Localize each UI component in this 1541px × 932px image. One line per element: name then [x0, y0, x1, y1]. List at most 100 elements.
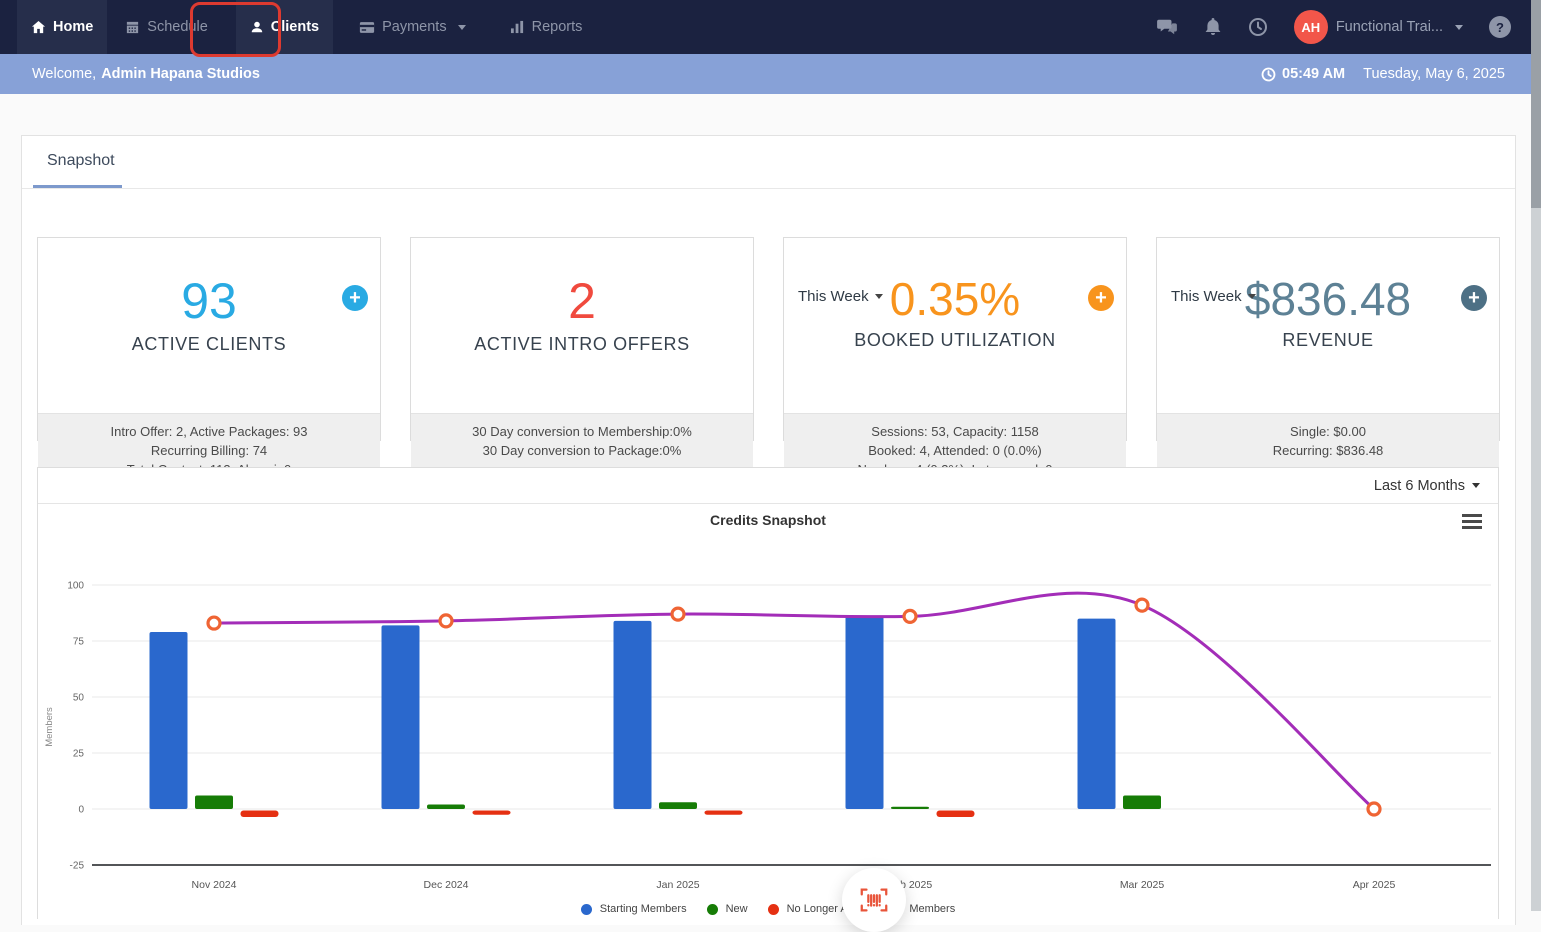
- welcome-bar: Welcome, Admin Hapana Studios 05:49 AM T…: [0, 54, 1541, 94]
- add-client-button[interactable]: +: [342, 285, 368, 311]
- chevron-down-icon: [1455, 25, 1463, 30]
- chevron-down-icon: [458, 25, 466, 30]
- stat-card-top: This Week + $836.48 REVENUE: [1157, 276, 1499, 413]
- person-icon: [250, 20, 264, 34]
- stat-label: BOOKED UTILIZATION: [784, 330, 1126, 351]
- range-selector-dropdown[interactable]: Last 6 Months: [1374, 478, 1480, 494]
- svg-text:Dec 2024: Dec 2024: [424, 879, 469, 891]
- period-dropdown[interactable]: This Week: [798, 288, 883, 305]
- stat-label: ACTIVE INTRO OFFERS: [411, 334, 753, 355]
- range-selector-label: Last 6 Months: [1374, 478, 1465, 494]
- tab-bar: Snapshot: [22, 136, 1515, 189]
- credit-card-icon: [359, 21, 375, 34]
- legend-label: Members: [909, 903, 955, 915]
- admin-name: Admin Hapana Studios: [101, 66, 260, 82]
- legend-label: Starting Members: [600, 903, 687, 915]
- scrollbar-thumb[interactable]: [1531, 0, 1541, 208]
- barcode-scan-icon: [858, 886, 890, 914]
- stat-card-intro-offers: 2 ACTIVE INTRO OFFERS 30 Day conversion …: [410, 237, 754, 441]
- svg-text:Apr 2025: Apr 2025: [1353, 879, 1396, 891]
- help-button[interactable]: ?: [1489, 16, 1511, 38]
- chevron-down-icon: [1472, 483, 1480, 488]
- notifications-button[interactable]: [1204, 17, 1222, 37]
- stat-card-active-clients: + 93 ACTIVE CLIENTS Intro Offer: 2, Acti…: [37, 237, 381, 441]
- welcome-right: 05:49 AM Tuesday, May 6, 2025: [1261, 66, 1505, 82]
- nav-item-home[interactable]: Home: [17, 0, 107, 54]
- nav-item-reports[interactable]: Reports: [496, 0, 597, 54]
- svg-text:25: 25: [73, 749, 85, 760]
- chart-header: Last 6 Months: [38, 468, 1498, 504]
- stat-card-revenue: This Week + $836.48 REVENUE Single: $0.0…: [1156, 237, 1500, 441]
- stat-footer-line: Single: $0.00: [1157, 422, 1499, 441]
- svg-text:0: 0: [78, 805, 84, 816]
- credits-chart: 1007550250-25MembersNov 2024Dec 2024Jan …: [38, 541, 1498, 897]
- svg-text:50: 50: [73, 693, 85, 704]
- nav-left: Home Schedule Clients Payments Reports: [17, 0, 596, 54]
- profile-name: Functional Trai...: [1336, 19, 1443, 35]
- stat-card-booked-utilization: This Week + 0.35% BOOKED UTILIZATION Ses…: [783, 237, 1127, 441]
- period-label: This Week: [1171, 288, 1242, 305]
- nav-item-label: Reports: [532, 19, 583, 35]
- bar-chart-icon: [510, 20, 525, 34]
- nav-item-clients[interactable]: Clients: [236, 0, 333, 54]
- chart-legend: Starting Members New No Longer Active Me…: [38, 903, 1498, 915]
- profile-menu[interactable]: AH Functional Trai...: [1294, 10, 1463, 44]
- svg-text:Nov 2024: Nov 2024: [192, 879, 237, 891]
- time-text: 05:49 AM: [1282, 66, 1345, 82]
- chart-menu-button[interactable]: [1462, 514, 1482, 532]
- legend-dot: [707, 904, 718, 915]
- nav-item-payments[interactable]: Payments: [345, 0, 479, 54]
- nav-item-label: Payments: [382, 19, 446, 35]
- stat-footer-line: Sessions: 53, Capacity: 1158: [784, 422, 1126, 441]
- loading-indicator: [842, 868, 906, 932]
- legend-dot: [581, 904, 592, 915]
- stat-card-top: + 93 ACTIVE CLIENTS: [38, 276, 380, 413]
- svg-text:75: 75: [73, 637, 85, 648]
- clock-icon: [1261, 67, 1276, 82]
- tab-snapshot[interactable]: Snapshot: [47, 152, 115, 170]
- chevron-down-icon: [875, 294, 883, 299]
- stat-card-top: 2 ACTIVE INTRO OFFERS: [411, 276, 753, 413]
- legend-item-starting-members[interactable]: Starting Members: [581, 903, 687, 915]
- scrollbar-track[interactable]: [1531, 0, 1541, 911]
- stat-footer-line: 30 Day conversion to Package:0%: [411, 441, 753, 460]
- clock-icon: [1248, 17, 1268, 37]
- stat-footer-line: Recurring: $836.48: [1157, 441, 1499, 460]
- svg-text:Members: Members: [44, 707, 55, 747]
- snapshot-panel: Snapshot + 93 ACTIVE CLIENTS Intro Offer…: [21, 135, 1516, 925]
- period-label: This Week: [798, 288, 869, 305]
- avatar[interactable]: AH: [1294, 10, 1328, 44]
- stat-value: 2: [411, 276, 753, 326]
- home-icon: [31, 20, 46, 35]
- chart-body: Credits Snapshot 1007550250-25MembersNov…: [38, 504, 1498, 918]
- period-dropdown[interactable]: This Week: [1171, 288, 1256, 305]
- nav-item-label: Clients: [271, 19, 319, 35]
- calendar-icon: [125, 20, 140, 35]
- chart-title: Credits Snapshot: [38, 512, 1498, 528]
- bell-icon: [1204, 17, 1222, 37]
- nav-item-label: Schedule: [147, 19, 207, 35]
- nav-item-label: Home: [53, 19, 93, 35]
- stat-card-top: This Week + 0.35% BOOKED UTILIZATION: [784, 276, 1126, 413]
- top-navbar: Home Schedule Clients Payments Reports: [0, 0, 1541, 54]
- stat-label: ACTIVE CLIENTS: [38, 334, 380, 355]
- current-time: 05:49 AM: [1261, 66, 1345, 82]
- welcome-prefix: Welcome,: [32, 66, 96, 82]
- stat-label: REVENUE: [1157, 330, 1499, 351]
- add-utilization-button[interactable]: +: [1088, 285, 1114, 311]
- svg-text:Jan 2025: Jan 2025: [656, 879, 699, 891]
- stat-footer-line: Booked: 4, Attended: 0 (0.0%): [784, 441, 1126, 460]
- legend-dot: [768, 904, 779, 915]
- stat-footer-line: 30 Day conversion to Membership:0%: [411, 422, 753, 441]
- chat-button[interactable]: [1156, 18, 1178, 36]
- current-date: Tuesday, May 6, 2025: [1363, 66, 1505, 82]
- tab-active-underline: [33, 185, 122, 188]
- legend-item-new[interactable]: New: [707, 903, 748, 915]
- nav-item-schedule[interactable]: Schedule: [111, 0, 221, 54]
- svg-text:100: 100: [67, 581, 84, 592]
- stat-value: 93: [38, 276, 380, 326]
- credits-snapshot-card: Last 6 Months Credits Snapshot 100 75 50 25…: [37, 467, 1499, 919]
- add-revenue-button[interactable]: +: [1461, 285, 1487, 311]
- chat-icon: [1156, 18, 1178, 36]
- history-button[interactable]: [1248, 17, 1268, 37]
